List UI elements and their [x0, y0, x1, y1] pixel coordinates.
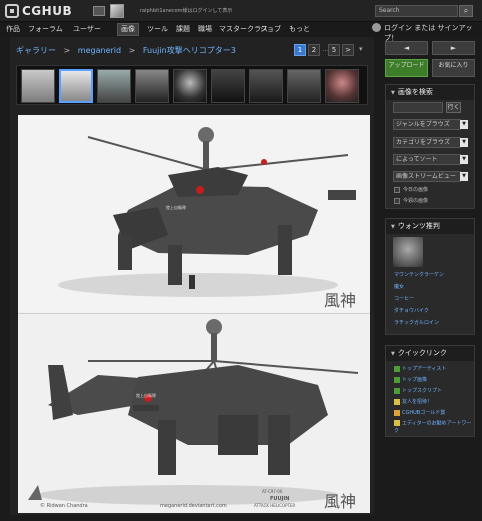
- thumbnail[interactable]: [97, 69, 131, 103]
- image-search-panel: 画像を検索 行く ジャンルをブラウズ▼ カテゴリをブラウズ▼ によってソート▼ …: [385, 84, 475, 209]
- search-keyword-input[interactable]: [393, 102, 443, 113]
- sort-dropdown[interactable]: によってソート ▼: [393, 154, 468, 165]
- helicopter-artwork: [18, 115, 370, 513]
- breadcrumb-sep: >: [63, 46, 71, 55]
- dropdown-arrow-icon: ▼: [460, 138, 468, 147]
- breadcrumb: ギャラリー > meganerid > Fuujin攻撃ヘリコプター3: [16, 45, 241, 56]
- star-icon: [394, 420, 400, 426]
- thumbnail[interactable]: [249, 69, 283, 103]
- trophy-icon: [394, 409, 400, 416]
- chevron-down-icon[interactable]: ▾: [359, 45, 363, 53]
- artist-url: meganerid.deviantart.com: [160, 503, 227, 509]
- view-dropdown[interactable]: 画像ストリームビュー ▼: [393, 171, 468, 182]
- nav-item-workplace[interactable]: 職場: [198, 24, 212, 35]
- nav-item-jobs[interactable]: ジョブ: [260, 24, 281, 35]
- cghub-logo[interactable]: CGHUB: [5, 4, 72, 18]
- login-link[interactable]: ログイン または サインアップ！: [384, 23, 482, 43]
- logo-text: CGHUB: [22, 4, 73, 18]
- mail-icon: [394, 398, 400, 405]
- gallery-main: ギャラリー > meganerid > Fuujin攻撃ヘリコプター3 1 2 …: [10, 37, 374, 515]
- bar-chart-icon: [394, 365, 400, 372]
- user-avatar[interactable]: [110, 4, 124, 18]
- header-notice: ralphbit1anecom様はログインして表示: [140, 8, 233, 14]
- search-go-button[interactable]: 行く: [446, 102, 461, 113]
- model-type: ATTACK HELICOPTER: [254, 503, 296, 508]
- quick-link-invite[interactable]: 友人を招待！: [394, 398, 432, 405]
- nav-item-more[interactable]: もっと: [289, 24, 310, 35]
- thumbnail[interactable]: [21, 69, 55, 103]
- notification-icon[interactable]: [93, 6, 105, 16]
- nav-item-images[interactable]: 画像: [117, 23, 139, 36]
- kanji-watermark-bottom: 風神: [324, 492, 357, 511]
- week-checkbox[interactable]: 今週の画像: [394, 197, 428, 204]
- checkbox-box: [394, 186, 400, 193]
- model-name: FUUJIN: [270, 496, 290, 502]
- quick-link-top-images[interactable]: トップ画像: [394, 376, 427, 383]
- favorite-button[interactable]: お気に入り: [432, 59, 475, 77]
- kanji-watermark-top: 風神: [324, 291, 357, 310]
- nav-item-forum[interactable]: フォーラム: [28, 24, 63, 35]
- top-bar: CGHUB ralphbit1anecom様はログインして表示 Search ⌕: [0, 0, 482, 22]
- artist-link[interactable]: マウンテンクラーケン: [394, 271, 444, 278]
- page-5-button[interactable]: 5: [328, 44, 340, 56]
- next-image-button[interactable]: ►: [432, 41, 475, 55]
- next-page-button[interactable]: >: [342, 44, 354, 56]
- breadcrumb-user[interactable]: meganerid: [78, 46, 121, 55]
- nav-item-challenges[interactable]: 課題: [176, 24, 190, 35]
- checkbox-box: [394, 197, 400, 204]
- artist-link[interactable]: 魔女: [394, 283, 404, 290]
- genre-dropdown[interactable]: ジャンルをブラウズ ▼: [393, 119, 468, 130]
- nav-item-works[interactable]: 作品: [6, 24, 20, 35]
- dropdown-arrow-icon: ▼: [460, 172, 468, 181]
- dropdown-arrow-icon: ▼: [460, 155, 468, 164]
- thumbnail[interactable]: [173, 69, 207, 103]
- bar-chart-icon: [394, 387, 400, 394]
- dropdown-arrow-icon: ▼: [460, 120, 468, 129]
- artist-credit: © Ridwan Chandra: [40, 503, 88, 509]
- upload-button[interactable]: アップロード: [385, 59, 428, 77]
- artist-link[interactable]: ラチックガルロイン: [394, 319, 439, 326]
- thumbnail-strip: [16, 65, 368, 105]
- breadcrumb-sep: >: [128, 46, 136, 55]
- model-code: AT-C97-06: [262, 489, 283, 494]
- today-checkbox[interactable]: 今日の画像: [394, 186, 428, 193]
- logo-mark-icon: [5, 4, 19, 18]
- artwork-image[interactable]: 風神 風神 AT-C97-06 FUUJIN ATTACK HELICOPTER…: [18, 115, 370, 513]
- hull-marking-top: 陸上自衛隊: [166, 205, 186, 210]
- page-2-button[interactable]: 2: [308, 44, 320, 56]
- thumbnail[interactable]: [211, 69, 245, 103]
- quick-link-gold[interactable]: CGHUBゴールド賞: [394, 409, 445, 416]
- nav-item-users[interactable]: ユーザー: [73, 24, 101, 35]
- artist-link[interactable]: ダチョウバイク: [394, 307, 429, 314]
- thumbnail[interactable]: [287, 69, 321, 103]
- breadcrumb-gallery[interactable]: ギャラリー: [16, 46, 56, 55]
- page-1-button[interactable]: 1: [294, 44, 306, 56]
- quick-link-editors-pick[interactable]: エディターのお勧めアートワーク: [394, 420, 472, 435]
- breadcrumb-title[interactable]: Fuujin攻撃ヘリコプター3: [143, 46, 236, 55]
- artist-avatar[interactable]: [393, 237, 423, 267]
- thumbnail[interactable]: [135, 69, 169, 103]
- panel-title: 画像を検索: [386, 85, 474, 100]
- hull-marking-bottom: 陸上自衛隊: [136, 393, 156, 398]
- bar-chart-icon: [394, 376, 400, 383]
- quick-links-panel: クイックリンク トップアーティスト トップ画像 トップスクリプト 友人を招待！ …: [385, 345, 475, 437]
- quick-link-top-scripts[interactable]: トップスクリプト: [394, 387, 442, 394]
- category-dropdown[interactable]: カテゴリをブラウズ ▼: [393, 137, 468, 148]
- artist-panel: ウォンツ推判 マウンテンクラーケン 魔女 コーヒー ダチョウバイク ラチックガル…: [385, 218, 475, 335]
- nav-item-tools[interactable]: ツール: [147, 24, 168, 35]
- search-button[interactable]: ⌕: [459, 5, 473, 17]
- panel-title: ウォンツ推判: [386, 219, 474, 234]
- panel-title: クイックリンク: [386, 346, 474, 361]
- thumbnail[interactable]: [325, 69, 359, 103]
- login-icon: [372, 23, 381, 32]
- magnifier-icon: ⌕: [463, 6, 469, 15]
- artist-link[interactable]: コーヒー: [394, 295, 414, 302]
- search-input[interactable]: Search: [375, 5, 458, 17]
- thumbnail-selected[interactable]: [59, 69, 93, 103]
- quick-link-top-artists[interactable]: トップアーティスト: [394, 365, 446, 372]
- prev-image-button[interactable]: ◄: [385, 41, 428, 55]
